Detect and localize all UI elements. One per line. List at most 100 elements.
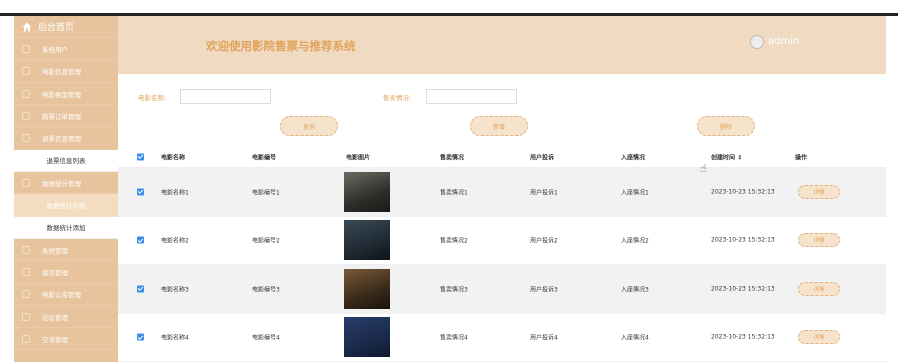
avatar[interactable]	[750, 35, 764, 49]
header-action: 操作	[795, 154, 808, 161]
menu-icon	[22, 44, 30, 53]
cell-complaint: 用户投诉3	[530, 286, 558, 294]
sidebar-item-0[interactable]: 系统用户	[14, 38, 118, 61]
username[interactable]: admin	[768, 36, 799, 47]
sidebar-item-home[interactable]: 后台首页	[14, 16, 118, 39]
row-checkbox[interactable]	[137, 285, 144, 293]
detail-button[interactable]: 详情	[798, 233, 840, 248]
header-code[interactable]: 电影编号	[252, 152, 276, 161]
table-row[interactable]: 电影名称4 电影编号4 售卖情况4 用户投诉4 入座情况4 2023-10-23 15:3…	[118, 314, 886, 362]
cell-complaint: 用户投诉4	[530, 334, 558, 342]
sidebar-item-6[interactable]: 数据统计管理	[14, 172, 118, 195]
sidebar-item-13[interactable]: 交流管理	[14, 328, 118, 351]
row-checkbox[interactable]	[137, 333, 144, 341]
cursor-hand-icon: ☝	[700, 162, 707, 175]
sidebar-item-label: 留言管理	[42, 268, 68, 277]
header-complaint[interactable]: 用户投诉	[530, 152, 554, 161]
table-header: 电影名称 电影编号 电影图片 售卖情况 用户投诉 入座情况 创建时间 ⇕ 操作	[118, 146, 886, 168]
cell-name: 电影名称3	[161, 286, 189, 294]
cell-attendance: 入座情况2	[621, 237, 649, 245]
sidebar-item-9[interactable]: 系统管理	[14, 239, 118, 262]
sidebar-item-1[interactable]: 电影信息管理	[14, 61, 118, 83]
movie-poster-image	[344, 268, 390, 309]
menu-icon	[22, 111, 30, 120]
sidebar-item-label: 交流管理	[42, 335, 68, 344]
menu-icon	[22, 89, 30, 98]
cell-sales: 售卖情况4	[440, 334, 468, 342]
menu-icon	[22, 134, 30, 143]
header-image: 电影图片	[346, 154, 371, 161]
sidebar-home-label: 后台首页	[38, 23, 75, 34]
sidebar-item-12[interactable]: 论坛管理	[14, 306, 118, 329]
detail-button[interactable]: 详情	[798, 330, 840, 345]
page-title: 欢迎使用影院售票与推荐系统	[206, 39, 356, 53]
movie-poster-image	[344, 220, 390, 261]
sales-label: 售卖情况:	[383, 94, 412, 102]
sidebar-item-label: 电影类型管理	[42, 90, 81, 99]
cell-created: 2023-10-23 15:32:13	[711, 333, 775, 341]
menu-icon	[22, 178, 30, 187]
sidebar-item-4[interactable]: 退票信息管理	[14, 127, 118, 150]
sidebar-item-label: 论坛管理	[42, 313, 68, 322]
table-row[interactable]: 电影名称2 电影编号2 售卖情况2 用户投诉2 入座情况2 2023-10-23 15:3…	[118, 217, 886, 265]
detail-button[interactable]: 详情	[798, 281, 840, 296]
cell-sales: 售卖情况1	[440, 189, 468, 197]
sidebar: 后台首页 系统用户 电影信息管理 电影类型管理 购票订单管理 退票信息管理 退票信息列表数…	[14, 16, 118, 362]
data-table: 电影名称 电影编号 电影图片 售卖情况 用户投诉 入座情况 创建时间 ⇕ 操作 …	[118, 146, 886, 362]
menu-icon	[22, 290, 30, 299]
cell-code: 电影编号4	[252, 334, 280, 342]
sidebar-item-label: 系统用户	[42, 45, 68, 54]
sidebar-item-5[interactable]: 退票信息列表	[14, 149, 118, 173]
menu-icon	[22, 67, 30, 76]
sidebar-item-11[interactable]: 电影公告管理	[14, 284, 118, 306]
home-icon	[22, 22, 32, 32]
sidebar-item-label: 系统管理	[42, 246, 68, 255]
header-name[interactable]: 电影名称	[161, 152, 185, 161]
cell-created: 2023-10-23 15:32:13	[711, 285, 775, 293]
menu-icon	[22, 312, 30, 321]
select-all-checkbox[interactable]	[137, 153, 144, 160]
menu-icon	[22, 267, 30, 276]
query-button[interactable]: 查询	[280, 116, 338, 136]
cell-code: 电影编号3	[252, 286, 280, 294]
sidebar-item-label: 退票信息列表	[46, 157, 86, 166]
sidebar-item-label: 数据统计管理	[42, 179, 81, 188]
table-row[interactable]: 电影名称1 电影编号1 售卖情况1 用户投诉1 入座情况1 2023-10-23 15:3…	[118, 168, 886, 217]
header: 欢迎使用影院售票与推荐系统 admin	[118, 16, 886, 74]
sidebar-item-2[interactable]: 电影类型管理	[14, 83, 118, 106]
cell-created: 2023-10-23 15:32:13	[711, 188, 775, 196]
cell-code: 电影编号1	[252, 189, 280, 197]
row-checkbox[interactable]	[137, 236, 144, 244]
cell-complaint: 用户投诉1	[530, 189, 558, 197]
sidebar-item-8[interactable]: 数据统计添加	[14, 216, 118, 239]
sidebar-item-label: 退票信息管理	[42, 135, 81, 144]
add-button[interactable]: 新增	[470, 116, 528, 136]
cell-code: 电影编号2	[252, 237, 280, 245]
sidebar-item-3[interactable]: 购票订单管理	[14, 105, 118, 128]
menu-icon	[22, 245, 30, 254]
sidebar-item-label: 数据统计添加	[46, 224, 86, 233]
sidebar-item-label: 数据统计列表	[46, 202, 86, 211]
movie-name-input[interactable]	[180, 89, 271, 104]
header-attendance[interactable]: 入座情况	[621, 152, 645, 161]
sidebar-menu: 系统用户电影信息管理电影类型管理 购票订单管理 退票信息管理退票信息列表数据统计管理…	[14, 38, 118, 351]
cell-attendance: 入座情况3	[621, 286, 649, 294]
table-row[interactable]: 电影名称3 电影编号3 售卖情况3 用户投诉3 入座情况3 2023-10-23 15:3…	[118, 265, 886, 314]
detail-button[interactable]: 详情	[798, 184, 840, 199]
top-strip	[0, 0, 898, 13]
row-checkbox[interactable]	[137, 188, 144, 196]
sidebar-item-7[interactable]: 数据统计列表	[14, 194, 118, 217]
cell-created: 2023-10-23 15:32:13	[711, 236, 775, 244]
table-body: 电影名称1 电影编号1 售卖情况1 用户投诉1 入座情况1 2023-10-23 15:3…	[118, 168, 886, 362]
cell-name: 电影名称1	[161, 189, 189, 197]
header-created[interactable]: 创建时间 ⇕	[711, 152, 742, 161]
cell-sales: 售卖情况2	[440, 237, 468, 245]
menu-icon	[22, 334, 30, 343]
sidebar-item-label: 购票订单管理	[42, 112, 81, 121]
header-sales[interactable]: 售卖情况	[440, 152, 464, 161]
delete-button[interactable]: 删除	[697, 116, 755, 136]
sidebar-item-10[interactable]: 留言管理	[14, 261, 118, 284]
cell-attendance: 入座情况4	[621, 334, 649, 342]
sales-input[interactable]	[426, 89, 517, 104]
cell-sales: 售卖情况3	[440, 286, 468, 294]
